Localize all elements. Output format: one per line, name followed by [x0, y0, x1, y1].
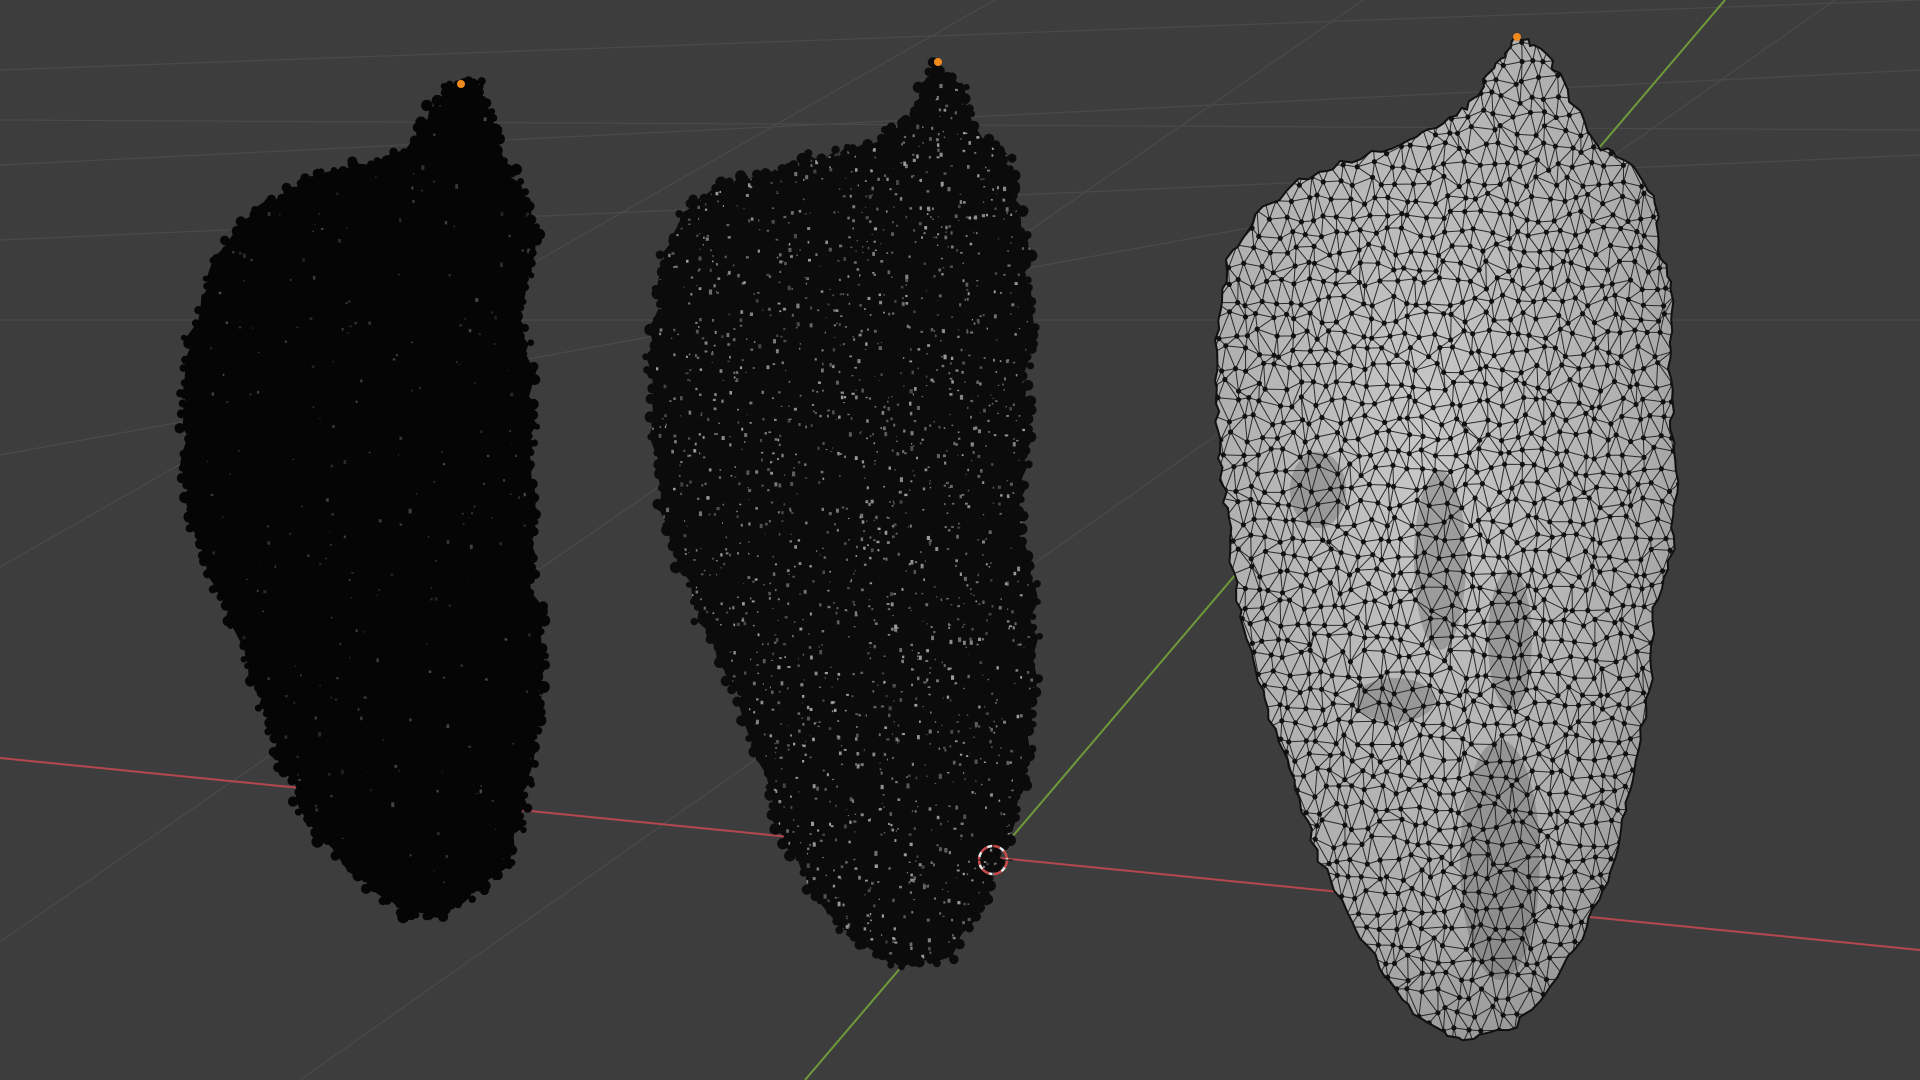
- viewport-canvas[interactable]: [0, 0, 1920, 1080]
- dense-point-cloud-object[interactable]: [174, 76, 551, 924]
- object-origin-dot[interactable]: [934, 58, 942, 66]
- object-origin-dot[interactable]: [457, 80, 465, 88]
- 3d-viewport[interactable]: [0, 0, 1920, 1080]
- dense-point-cloud-silhouette: [180, 83, 546, 918]
- object-origin-dot[interactable]: [1513, 33, 1521, 41]
- sparse-point-cloud-object[interactable]: [642, 57, 1043, 974]
- triangulated-mesh-object[interactable]: [1198, 22, 1705, 1053]
